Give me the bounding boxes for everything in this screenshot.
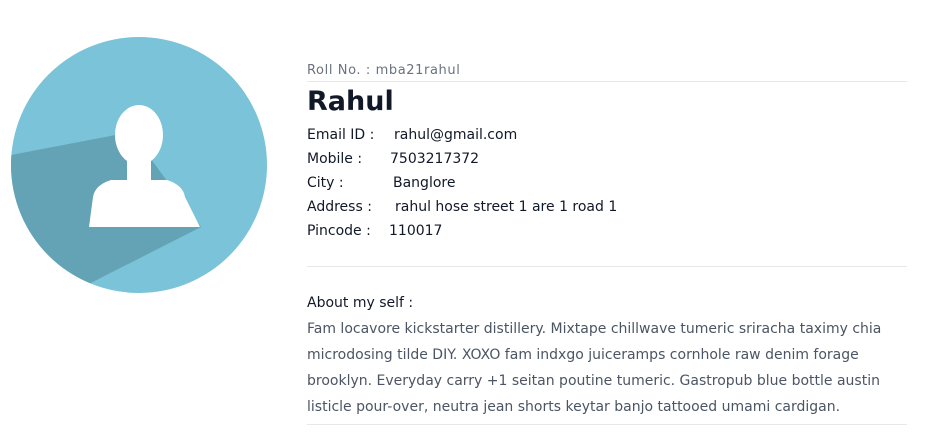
profile-name: Rahul (307, 86, 394, 117)
pincode-label: Pincode : (307, 223, 371, 239)
address-label: Address : (307, 199, 372, 215)
profile-avatar (11, 37, 267, 293)
roll-value: mba21rahul (375, 63, 461, 78)
pincode-row: Pincode : 110017 (307, 219, 907, 243)
section-divider (307, 266, 907, 267)
user-silhouette-icon (11, 37, 267, 293)
roll-label: Roll No. : (307, 63, 371, 78)
address-row: Address : rahul hose street 1 are 1 road … (307, 195, 907, 219)
contact-details: Email ID : rahul@gmail.com Mobile : 750321… (307, 123, 907, 243)
email-label: Email ID : (307, 127, 375, 143)
city-row: City : Banglore (307, 171, 907, 195)
city-value: Banglore (393, 175, 456, 191)
address-value: rahul hose street 1 are 1 road 1 (395, 199, 618, 215)
about-title: About my self : (307, 295, 414, 311)
profile-details: Roll No. : mba21rahul Rahul Email ID : ra… (307, 62, 907, 243)
email-value: rahul@gmail.com (394, 127, 518, 143)
about-text: Fam locavore kickstarter distillery. Mix… (307, 316, 907, 425)
mobile-value: 7503217372 (390, 151, 480, 167)
email-row: Email ID : rahul@gmail.com (307, 123, 907, 147)
city-label: City : (307, 175, 344, 191)
pincode-value: 110017 (389, 223, 443, 239)
about-section: About my self : Fam locavore kickstarter… (307, 292, 907, 425)
roll-number: Roll No. : mba21rahul (307, 62, 907, 82)
mobile-label: Mobile : (307, 151, 363, 167)
mobile-row: Mobile : 7503217372 (307, 147, 907, 171)
